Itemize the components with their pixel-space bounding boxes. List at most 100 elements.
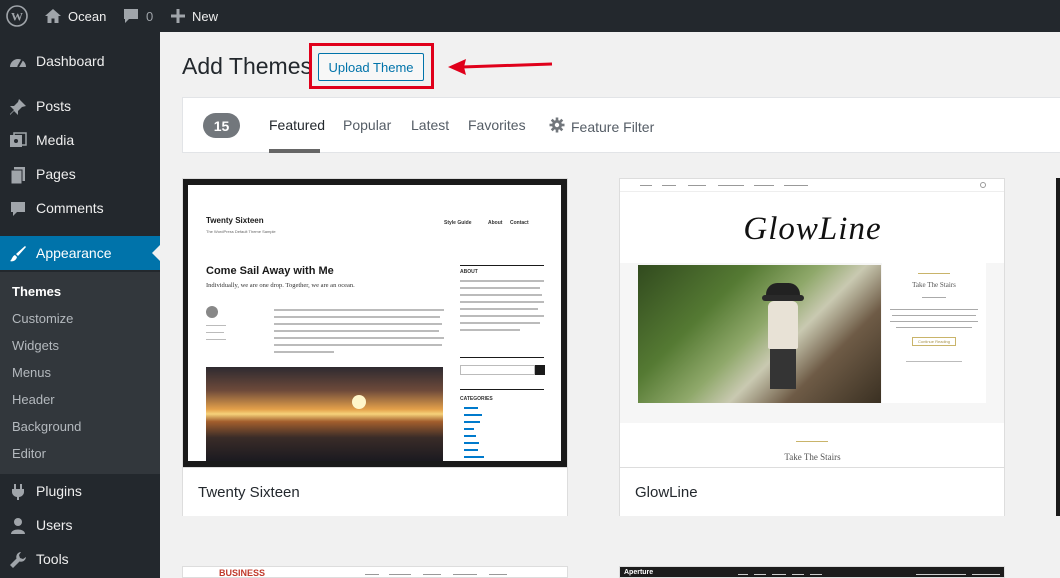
preview-post-caption: Take The Stairs [784, 452, 841, 462]
active-tab-indicator [269, 149, 320, 153]
media-icon [8, 131, 28, 151]
preview-category-label [918, 273, 950, 274]
preview-social-icons [916, 574, 966, 575]
tab-featured[interactable]: Featured [269, 117, 325, 133]
tab-popular[interactable]: Popular [343, 117, 391, 133]
menu-dashboard[interactable]: Dashboard [0, 44, 160, 78]
admin-sidebar: Dashboard Posts Media Pages Comments App… [0, 32, 160, 578]
preview-site-title: Twenty Sixteen [206, 216, 264, 225]
preview-contact-text [972, 574, 1000, 575]
submenu-customize[interactable]: Customize [12, 311, 73, 326]
preview-nav-item: Contact [510, 220, 529, 226]
theme-name: Twenty Sixteen [183, 467, 567, 516]
comment-icon [8, 199, 28, 219]
theme-screenshot[interactable]: GlowLine Take The Stairs Continue Readin… [620, 179, 1004, 467]
preview-text-line [206, 339, 226, 340]
menu-label: Comments [36, 200, 104, 216]
theme-card-partial[interactable] [1056, 178, 1060, 516]
preview-text-line [274, 351, 334, 353]
preview-category-link [464, 456, 484, 458]
wordpress-logo-icon[interactable]: W [6, 0, 28, 32]
menu-posts[interactable]: Posts [0, 89, 160, 123]
submenu-editor[interactable]: Editor [12, 446, 46, 461]
theme-card-glowline[interactable]: GlowLine Take The Stairs Continue Readin… [619, 178, 1005, 516]
submenu-widgets[interactable]: Widgets [12, 338, 59, 353]
preview-tagline: The WordPress Default Theme Sample [206, 229, 276, 234]
theme-card-aperture[interactable]: Aperture [619, 566, 1005, 578]
preview-read-more-button: Continue Reading [912, 337, 956, 346]
preview-category-label [796, 441, 828, 442]
preview-text-line [274, 330, 439, 332]
preview-text-line [892, 315, 976, 316]
theme-card-twenty-sixteen[interactable]: Twenty Sixteen The WordPress Default The… [182, 178, 568, 516]
pages-icon [8, 165, 28, 185]
page-title: Add Themes [182, 53, 312, 79]
preview-divider [460, 389, 544, 390]
preview-text-line [460, 294, 542, 296]
theme-filter-bar: 15 Featured Popular Latest Favorites Fea… [182, 97, 1060, 153]
preview-text-line [460, 301, 544, 303]
theme-screenshot[interactable]: Twenty Sixteen The WordPress Default The… [183, 179, 567, 467]
gear-icon [549, 117, 565, 136]
upload-theme-button[interactable]: Upload Theme [318, 53, 424, 81]
preview-logo: Aperture [624, 569, 654, 576]
menu-appearance[interactable]: Appearance [0, 236, 160, 270]
preview-divider [460, 357, 544, 358]
theme-card-business[interactable]: BUSINESS [182, 566, 568, 578]
preview-text-line [274, 316, 440, 318]
menu-comments[interactable]: Comments [0, 191, 160, 225]
preview-nav-item [718, 185, 744, 186]
preview-subhead: Individually, we are one drop. Together,… [206, 282, 355, 289]
menu-label: Pages [36, 166, 76, 182]
menu-media[interactable]: Media [0, 123, 160, 157]
menu-plugins[interactable]: Plugins [0, 474, 160, 508]
dashboard-icon [8, 52, 28, 72]
preview-search-button [535, 365, 545, 375]
preview-headline: Come Sail Away with Me [206, 265, 334, 277]
submenu-menus[interactable]: Menus [12, 365, 51, 380]
preview-categories-heading: CATEGORIES [460, 396, 493, 402]
admin-bar: W Ocean 0 New [0, 0, 1060, 32]
preview-nav-item [688, 185, 706, 186]
comments-link[interactable]: 0 [122, 0, 153, 32]
preview-nav-item [792, 574, 804, 575]
menu-label: Users [36, 517, 73, 533]
brush-icon [8, 244, 28, 264]
preview-text-line [274, 337, 444, 339]
svg-text:W: W [11, 10, 23, 24]
preview-pagination [906, 361, 962, 362]
new-content-link[interactable]: New [171, 0, 218, 32]
preview-nav-item [640, 185, 652, 186]
preview-nav-item [489, 574, 507, 575]
preview-nav-item [810, 574, 822, 575]
menu-pages[interactable]: Pages [0, 157, 160, 191]
pin-icon [8, 97, 28, 117]
feature-filter-button[interactable]: Feature Filter [549, 117, 654, 136]
preview-sun [352, 395, 366, 409]
menu-label: Media [36, 132, 75, 148]
preview-text-line [274, 309, 444, 311]
preview-category-link [464, 414, 482, 416]
preview-about-heading: ABOUT [460, 269, 478, 275]
tab-favorites[interactable]: Favorites [468, 117, 526, 133]
preview-logo: BUSINESS [219, 568, 266, 578]
submenu-background[interactable]: Background [12, 419, 81, 434]
preview-nav-item [365, 574, 379, 575]
preview-text-line [890, 321, 978, 322]
menu-tools[interactable]: Tools [0, 542, 160, 576]
screenshot-page: GlowLine Take The Stairs Continue Readin… [620, 179, 1004, 467]
preview-category-link [464, 435, 476, 437]
preview-text-line [460, 308, 538, 310]
comments-count: 0 [146, 8, 154, 24]
menu-users[interactable]: Users [0, 508, 160, 542]
preview-text-line [274, 323, 442, 325]
preview-text-line [460, 329, 520, 331]
menu-label: Tools [36, 551, 69, 567]
preview-logo: GlowLine [743, 211, 882, 247]
tab-latest[interactable]: Latest [411, 117, 449, 133]
submenu-themes[interactable]: Themes [12, 284, 61, 299]
submenu-header[interactable]: Header [12, 392, 55, 407]
menu-label: Plugins [36, 483, 82, 499]
site-name: Ocean [68, 8, 107, 24]
site-name-link[interactable]: Ocean [44, 0, 106, 32]
